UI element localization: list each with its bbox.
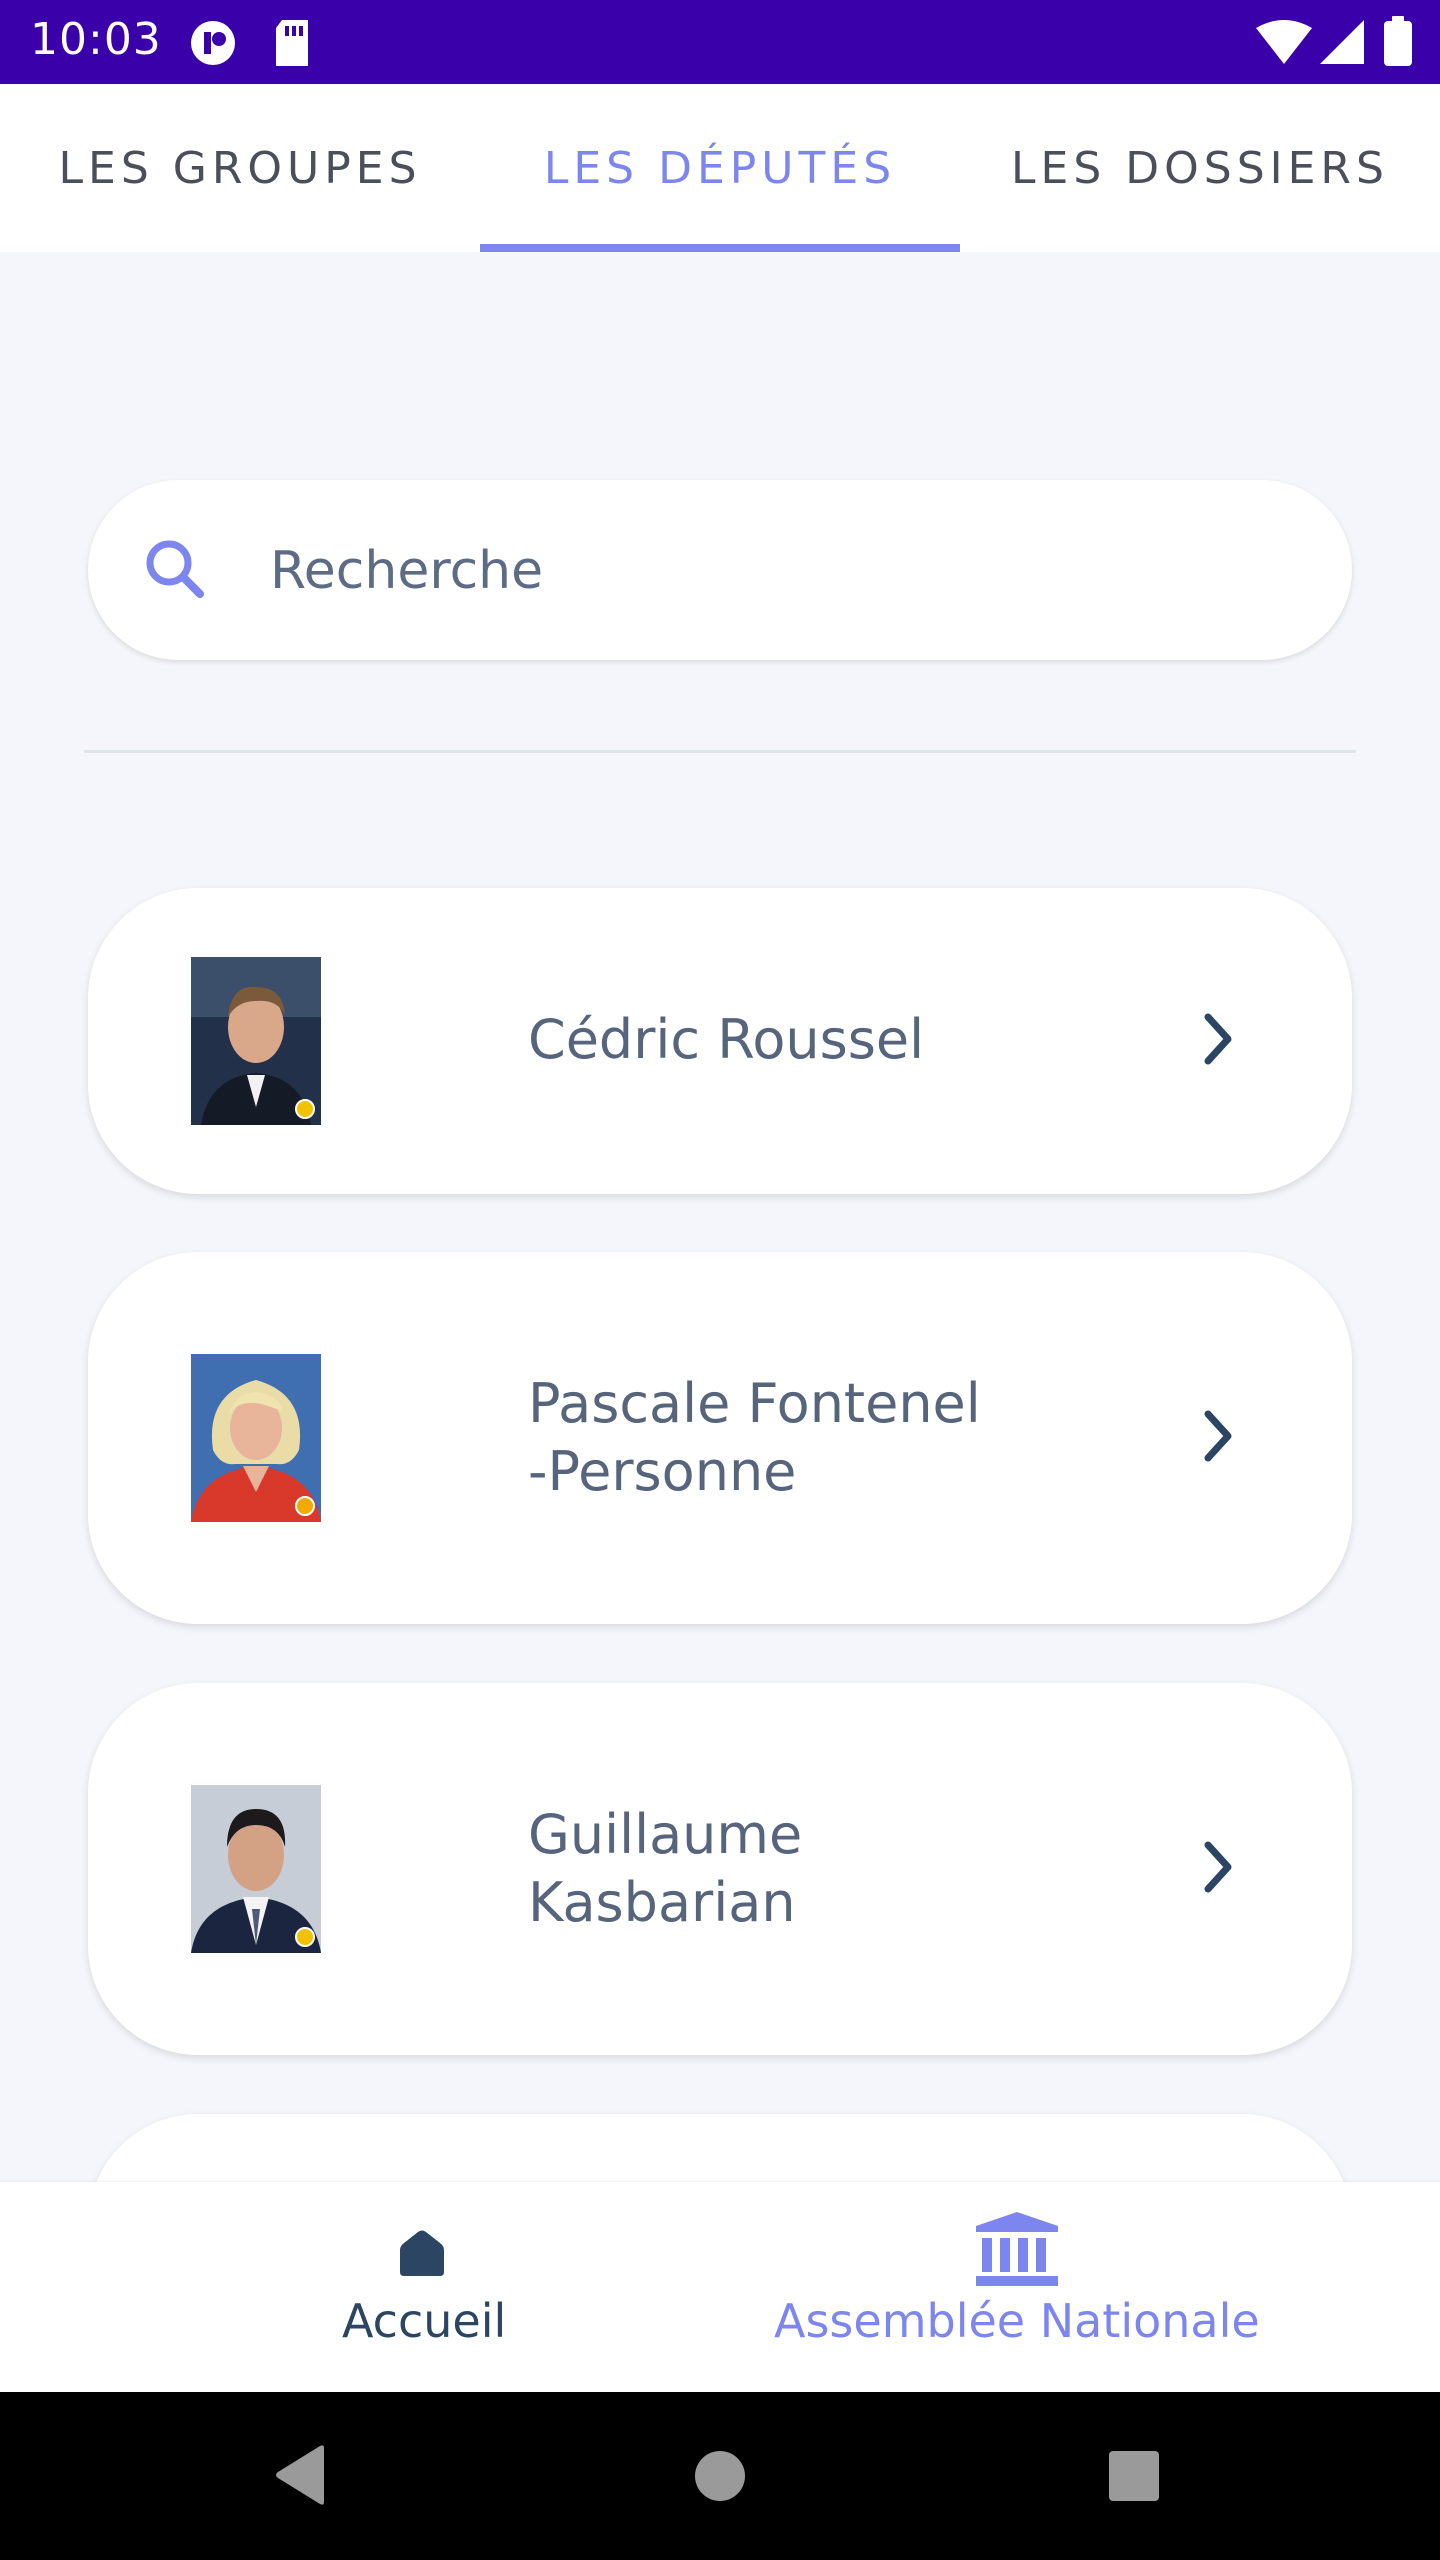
wifi-icon [1256,20,1312,68]
search-bar[interactable] [88,480,1352,662]
recents-icon[interactable] [1108,2450,1160,2506]
nav-assemblee-nationale[interactable]: Assemblée Nationale [760,2182,1320,2392]
deputy-name-line: Kasbarian [528,1871,796,1934]
cellular-signal-icon [1320,20,1364,68]
deputy-name-line: Pascale Fontenel [528,1372,981,1435]
nav-label: Assemblée Nationale [774,2294,1260,2348]
tab-les-groupes[interactable]: LES GROUPES [0,84,480,252]
home-icon [396,2228,448,2282]
system-navigation-bar [0,2392,1440,2560]
deputy-card[interactable]: Pascale Fontenel -Personne [88,1252,1352,1624]
top-tabs: LES GROUPES LES DÉPUTÉS LES DOSSIERS [0,84,1440,252]
deputy-photo [191,1354,321,1522]
chevron-right-icon [1198,1011,1238,1071]
building-icon [974,2210,1060,2294]
notification-icon [188,18,238,72]
status-time: 10:03 [30,14,162,65]
chevron-right-icon [1198,1839,1238,1899]
chevron-right-icon [1198,1408,1238,1468]
nav-label: Accueil [342,2294,507,2348]
active-tab-indicator [480,244,960,252]
deputy-name: Guillaume Kasbarian [528,1801,1088,1937]
deputy-name: Pascale Fontenel -Personne [528,1370,1088,1506]
deputy-card[interactable]: Guillaume Kasbarian [88,1683,1352,2055]
bottom-navigation: Accueil Assemblée Nationale [0,2182,1440,2392]
search-input[interactable] [268,480,1272,662]
deputy-photo [191,1785,321,1953]
deputy-name-line: -Personne [528,1440,797,1503]
tab-les-deputes[interactable]: LES DÉPUTÉS [480,84,960,252]
tab-les-dossiers[interactable]: LES DOSSIERS [960,84,1440,252]
sd-card-icon [272,18,312,72]
deputy-photo [191,957,321,1125]
divider [84,750,1356,753]
search-icon [142,536,208,606]
deputy-name-line: Guillaume [528,1803,803,1866]
deputy-card[interactable]: Cédric Roussel [88,888,1352,1194]
nav-accueil[interactable]: Accueil [240,2182,600,2392]
battery-icon [1384,16,1412,70]
deputy-name: Cédric Roussel [528,1008,925,1071]
status-bar: 10:03 [0,0,1440,84]
home-circle-icon[interactable] [694,2450,746,2506]
back-icon[interactable] [272,2444,328,2510]
